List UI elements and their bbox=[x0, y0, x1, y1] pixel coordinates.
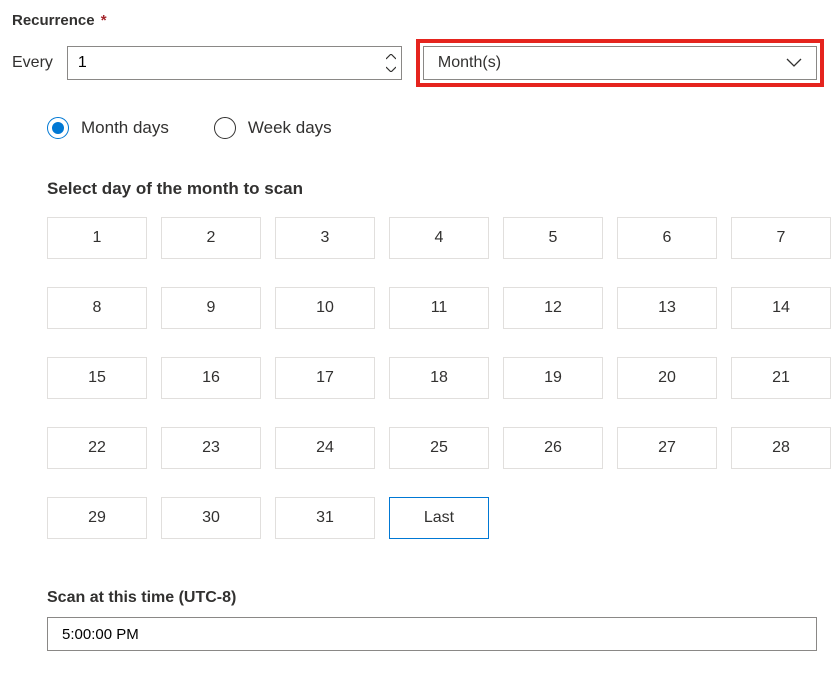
day-cell-18[interactable]: 18 bbox=[389, 357, 489, 399]
day-cell-21[interactable]: 21 bbox=[731, 357, 831, 399]
day-cell-9[interactable]: 9 bbox=[161, 287, 261, 329]
scan-time-label: Scan at this time (UTC-8) bbox=[47, 589, 824, 607]
recurrence-header: Recurrence * bbox=[12, 12, 824, 29]
day-cell-2[interactable]: 2 bbox=[161, 217, 261, 259]
day-cell-12[interactable]: 12 bbox=[503, 287, 603, 329]
day-cell-25[interactable]: 25 bbox=[389, 427, 489, 469]
unit-dropdown[interactable]: Month(s) bbox=[423, 46, 817, 80]
every-count-field[interactable] bbox=[67, 46, 402, 80]
radio-label: Month days bbox=[81, 118, 169, 138]
radio-month-days[interactable]: Month days bbox=[47, 117, 169, 139]
increment-button[interactable] bbox=[380, 51, 402, 63]
day-cell-20[interactable]: 20 bbox=[617, 357, 717, 399]
day-grid: 1234567891011121314151617181920212223242… bbox=[47, 217, 824, 539]
day-cell-19[interactable]: 19 bbox=[503, 357, 603, 399]
day-cell-16[interactable]: 16 bbox=[161, 357, 261, 399]
day-cell-10[interactable]: 10 bbox=[275, 287, 375, 329]
day-cell-11[interactable]: 11 bbox=[389, 287, 489, 329]
day-cell-23[interactable]: 23 bbox=[161, 427, 261, 469]
day-cell-14[interactable]: 14 bbox=[731, 287, 831, 329]
radio-indicator bbox=[214, 117, 236, 139]
month-day-picker: Select day of the month to scan 12345678… bbox=[47, 179, 824, 539]
radio-week-days[interactable]: Week days bbox=[214, 117, 332, 139]
day-cell-29[interactable]: 29 bbox=[47, 497, 147, 539]
decrement-button[interactable] bbox=[380, 63, 402, 75]
day-cell-4[interactable]: 4 bbox=[389, 217, 489, 259]
radio-indicator bbox=[47, 117, 69, 139]
day-cell-1[interactable]: 1 bbox=[47, 217, 147, 259]
day-cell-26[interactable]: 26 bbox=[503, 427, 603, 469]
month-day-picker-title: Select day of the month to scan bbox=[47, 179, 824, 199]
radio-label: Week days bbox=[248, 118, 332, 138]
day-cell-8[interactable]: 8 bbox=[47, 287, 147, 329]
scan-time-section: Scan at this time (UTC-8) bbox=[47, 589, 824, 651]
day-type-radio-group: Month days Week days bbox=[47, 117, 824, 139]
day-cell-15[interactable]: 15 bbox=[47, 357, 147, 399]
day-cell-30[interactable]: 30 bbox=[161, 497, 261, 539]
every-row: Every Month(s) bbox=[12, 39, 824, 87]
day-cell-17[interactable]: 17 bbox=[275, 357, 375, 399]
day-cell-7[interactable]: 7 bbox=[731, 217, 831, 259]
day-cell-22[interactable]: 22 bbox=[47, 427, 147, 469]
chevron-down-icon bbox=[786, 58, 802, 68]
unit-dropdown-value: Month(s) bbox=[438, 54, 501, 72]
day-cell-24[interactable]: 24 bbox=[275, 427, 375, 469]
day-cell-31[interactable]: 31 bbox=[275, 497, 375, 539]
recurrence-title: Recurrence bbox=[12, 12, 95, 29]
spin-buttons bbox=[380, 46, 402, 80]
day-cell-13[interactable]: 13 bbox=[617, 287, 717, 329]
day-cell-6[interactable]: 6 bbox=[617, 217, 717, 259]
unit-dropdown-highlight: Month(s) bbox=[416, 39, 824, 87]
required-asterisk: * bbox=[101, 12, 107, 29]
day-cell-28[interactable]: 28 bbox=[731, 427, 831, 469]
every-count-input[interactable] bbox=[67, 46, 402, 80]
day-cell-5[interactable]: 5 bbox=[503, 217, 603, 259]
day-cell-last[interactable]: Last bbox=[389, 497, 489, 539]
day-cell-3[interactable]: 3 bbox=[275, 217, 375, 259]
every-label: Every bbox=[12, 54, 53, 72]
day-cell-27[interactable]: 27 bbox=[617, 427, 717, 469]
scan-time-input[interactable] bbox=[47, 617, 817, 651]
